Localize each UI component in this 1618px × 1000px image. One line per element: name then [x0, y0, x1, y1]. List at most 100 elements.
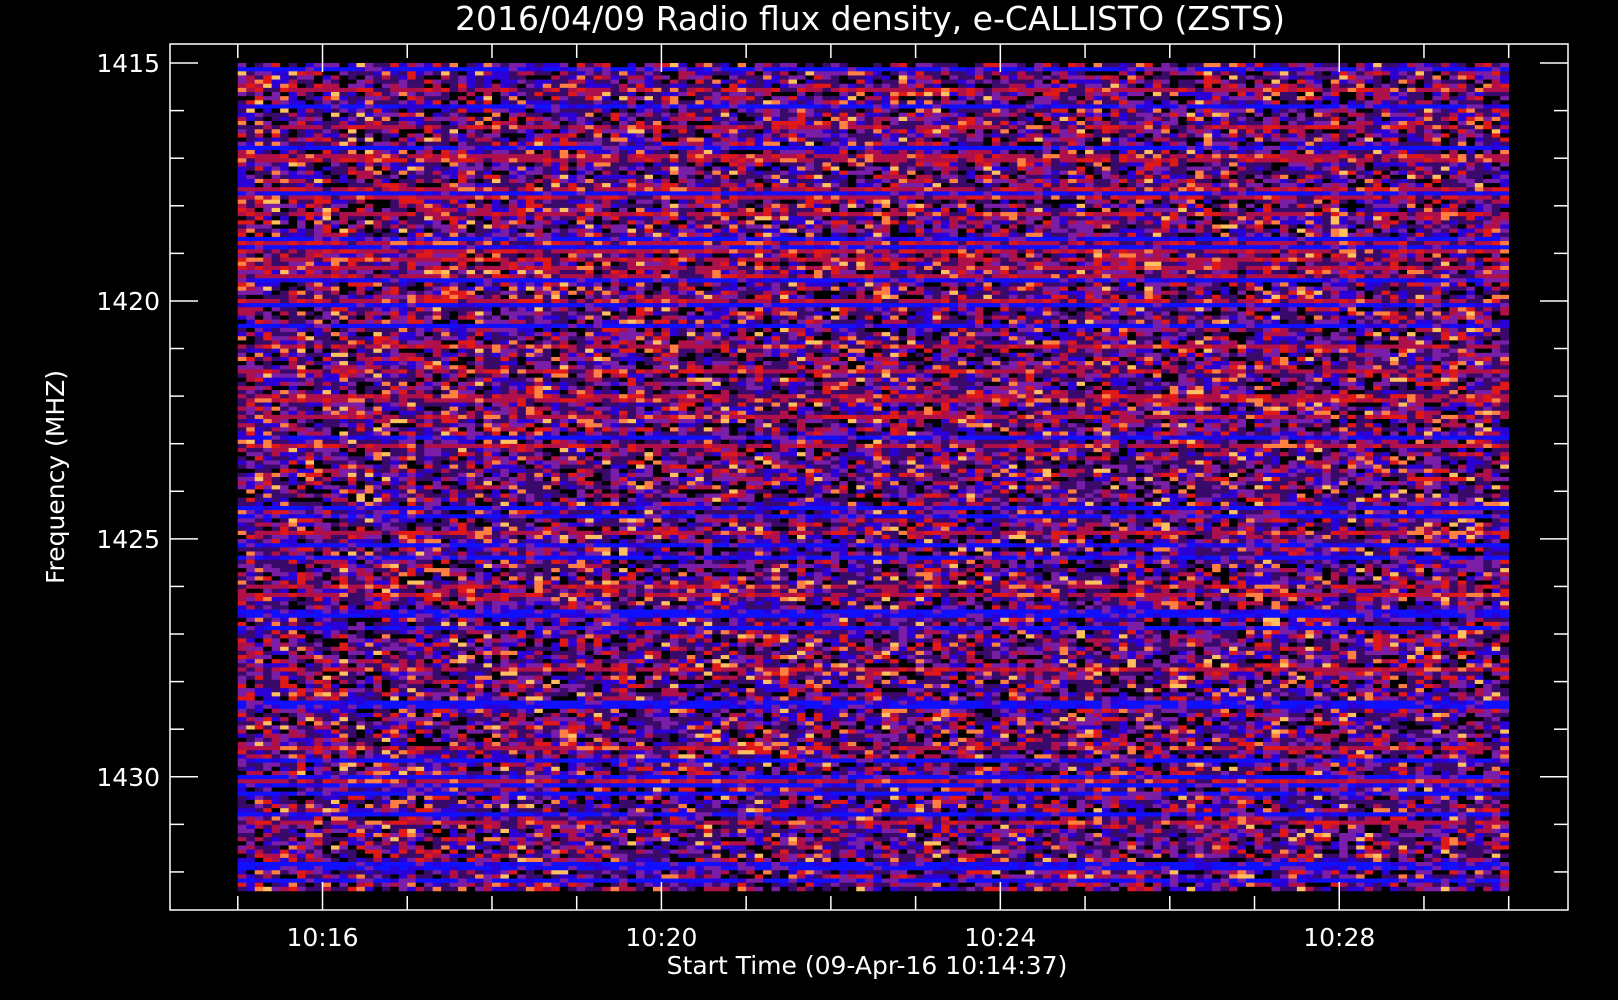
heatmap-cell: [509, 88, 518, 92]
heatmap-cell: [966, 63, 975, 67]
heatmap-cell: [1263, 88, 1272, 92]
heatmap-cell: [814, 63, 823, 67]
heatmap-cell: [441, 100, 450, 104]
heatmap-cell: [949, 100, 958, 104]
heatmap-cell: [1229, 92, 1238, 96]
heatmap-cell: [390, 67, 399, 71]
heatmap-cell: [1424, 96, 1433, 100]
heatmap-cell: [644, 84, 653, 88]
heatmap-cell: [916, 71, 925, 75]
heatmap-cell: [797, 88, 806, 92]
heatmap-cell: [1483, 92, 1492, 96]
heatmap-cell: [306, 104, 315, 108]
heatmap-cell: [543, 75, 552, 79]
heatmap-cell: [1238, 75, 1247, 79]
heatmap-cell: [416, 88, 425, 92]
heatmap-cell: [1288, 63, 1297, 67]
heatmap-cell: [1034, 92, 1043, 96]
heatmap-cell: [1424, 84, 1433, 88]
heatmap-cell: [924, 88, 933, 92]
heatmap-cell: [568, 100, 577, 104]
heatmap-cell: [517, 71, 526, 75]
heatmap-cell: [424, 104, 433, 108]
heatmap-cell: [1339, 63, 1348, 67]
heatmap-cell: [1204, 96, 1213, 100]
heatmap-cell: [695, 92, 704, 96]
heatmap-cell: [399, 75, 408, 79]
heatmap-cell: [1026, 71, 1035, 75]
heatmap-cell: [611, 75, 620, 79]
heatmap-cells: [238, 63, 1509, 891]
heatmap-cell: [1246, 88, 1255, 92]
heatmap-cell: [441, 75, 450, 79]
heatmap-cell: [1415, 75, 1424, 79]
heatmap-cell: [1348, 84, 1357, 88]
heatmap-cell: [1348, 100, 1357, 104]
heatmap-cell: [636, 80, 645, 84]
heatmap-cell: [297, 96, 306, 100]
heatmap-cell: [246, 96, 255, 100]
heatmap-cell: [890, 84, 899, 88]
heatmap-cell: [1144, 75, 1153, 79]
heatmap-cell: [373, 67, 382, 71]
heatmap-cell: [1399, 67, 1408, 71]
heatmap-cell: [1094, 100, 1103, 104]
heatmap-cell: [1136, 84, 1145, 88]
heatmap-cell: [924, 67, 933, 71]
heatmap-cell: [1085, 71, 1094, 75]
heatmap-cell: [1085, 88, 1094, 92]
heatmap-cell: [1288, 80, 1297, 84]
heatmap-cell: [450, 88, 459, 92]
heatmap-cell: [619, 67, 628, 71]
heatmap-cell: [966, 71, 975, 75]
heatmap-cell: [1178, 100, 1187, 104]
heatmap-cell: [1255, 84, 1264, 88]
heatmap-cell: [992, 71, 1001, 75]
heatmap-cell: [467, 80, 476, 84]
heatmap-cell: [1288, 75, 1297, 79]
heatmap-cell: [670, 71, 679, 75]
heatmap-cell: [1382, 75, 1391, 79]
heatmap-cell: [246, 75, 255, 79]
heatmap-cell: [255, 63, 264, 67]
heatmap-cell: [424, 84, 433, 88]
heatmap-cell: [1331, 71, 1340, 75]
heatmap-cell: [1051, 100, 1060, 104]
heatmap-cell: [297, 100, 306, 104]
heatmap-cell: [1009, 63, 1018, 67]
heatmap-cell: [534, 100, 543, 104]
heatmap-cell: [1297, 63, 1306, 67]
heatmap-cell: [602, 75, 611, 79]
heatmap-cell: [1441, 67, 1450, 71]
heatmap-cell: [1187, 71, 1196, 75]
heatmap-cell: [983, 75, 992, 79]
heatmap-cell: [424, 88, 433, 92]
heatmap-cell: [450, 71, 459, 75]
heatmap-cell: [246, 100, 255, 104]
heatmap-cell: [1127, 88, 1136, 92]
heatmap-cell: [1348, 71, 1357, 75]
heatmap-cell: [594, 88, 603, 92]
heatmap-cell: [517, 92, 526, 96]
heatmap-cell: [695, 88, 704, 92]
heatmap-cell: [382, 100, 391, 104]
heatmap-cell: [1144, 88, 1153, 92]
heatmap-cell: [704, 88, 713, 92]
heatmap-cell: [339, 75, 348, 79]
heatmap-cell: [695, 75, 704, 79]
heatmap-cell: [1492, 63, 1501, 67]
heatmap-cell: [543, 100, 552, 104]
heatmap-cell: [602, 84, 611, 88]
heatmap-cell: [1195, 80, 1204, 84]
heatmap-cell: [1365, 92, 1374, 96]
heatmap-cell: [890, 80, 899, 84]
heatmap-cell: [729, 75, 738, 79]
heatmap-cell: [373, 84, 382, 88]
heatmap-cell: [373, 71, 382, 75]
heatmap-cell: [704, 63, 713, 67]
heatmap-cell: [1034, 67, 1043, 71]
heatmap-cell: [314, 67, 323, 71]
heatmap-cell: [1102, 75, 1111, 79]
heatmap-cell: [1271, 80, 1280, 84]
heatmap-cell: [1187, 92, 1196, 96]
